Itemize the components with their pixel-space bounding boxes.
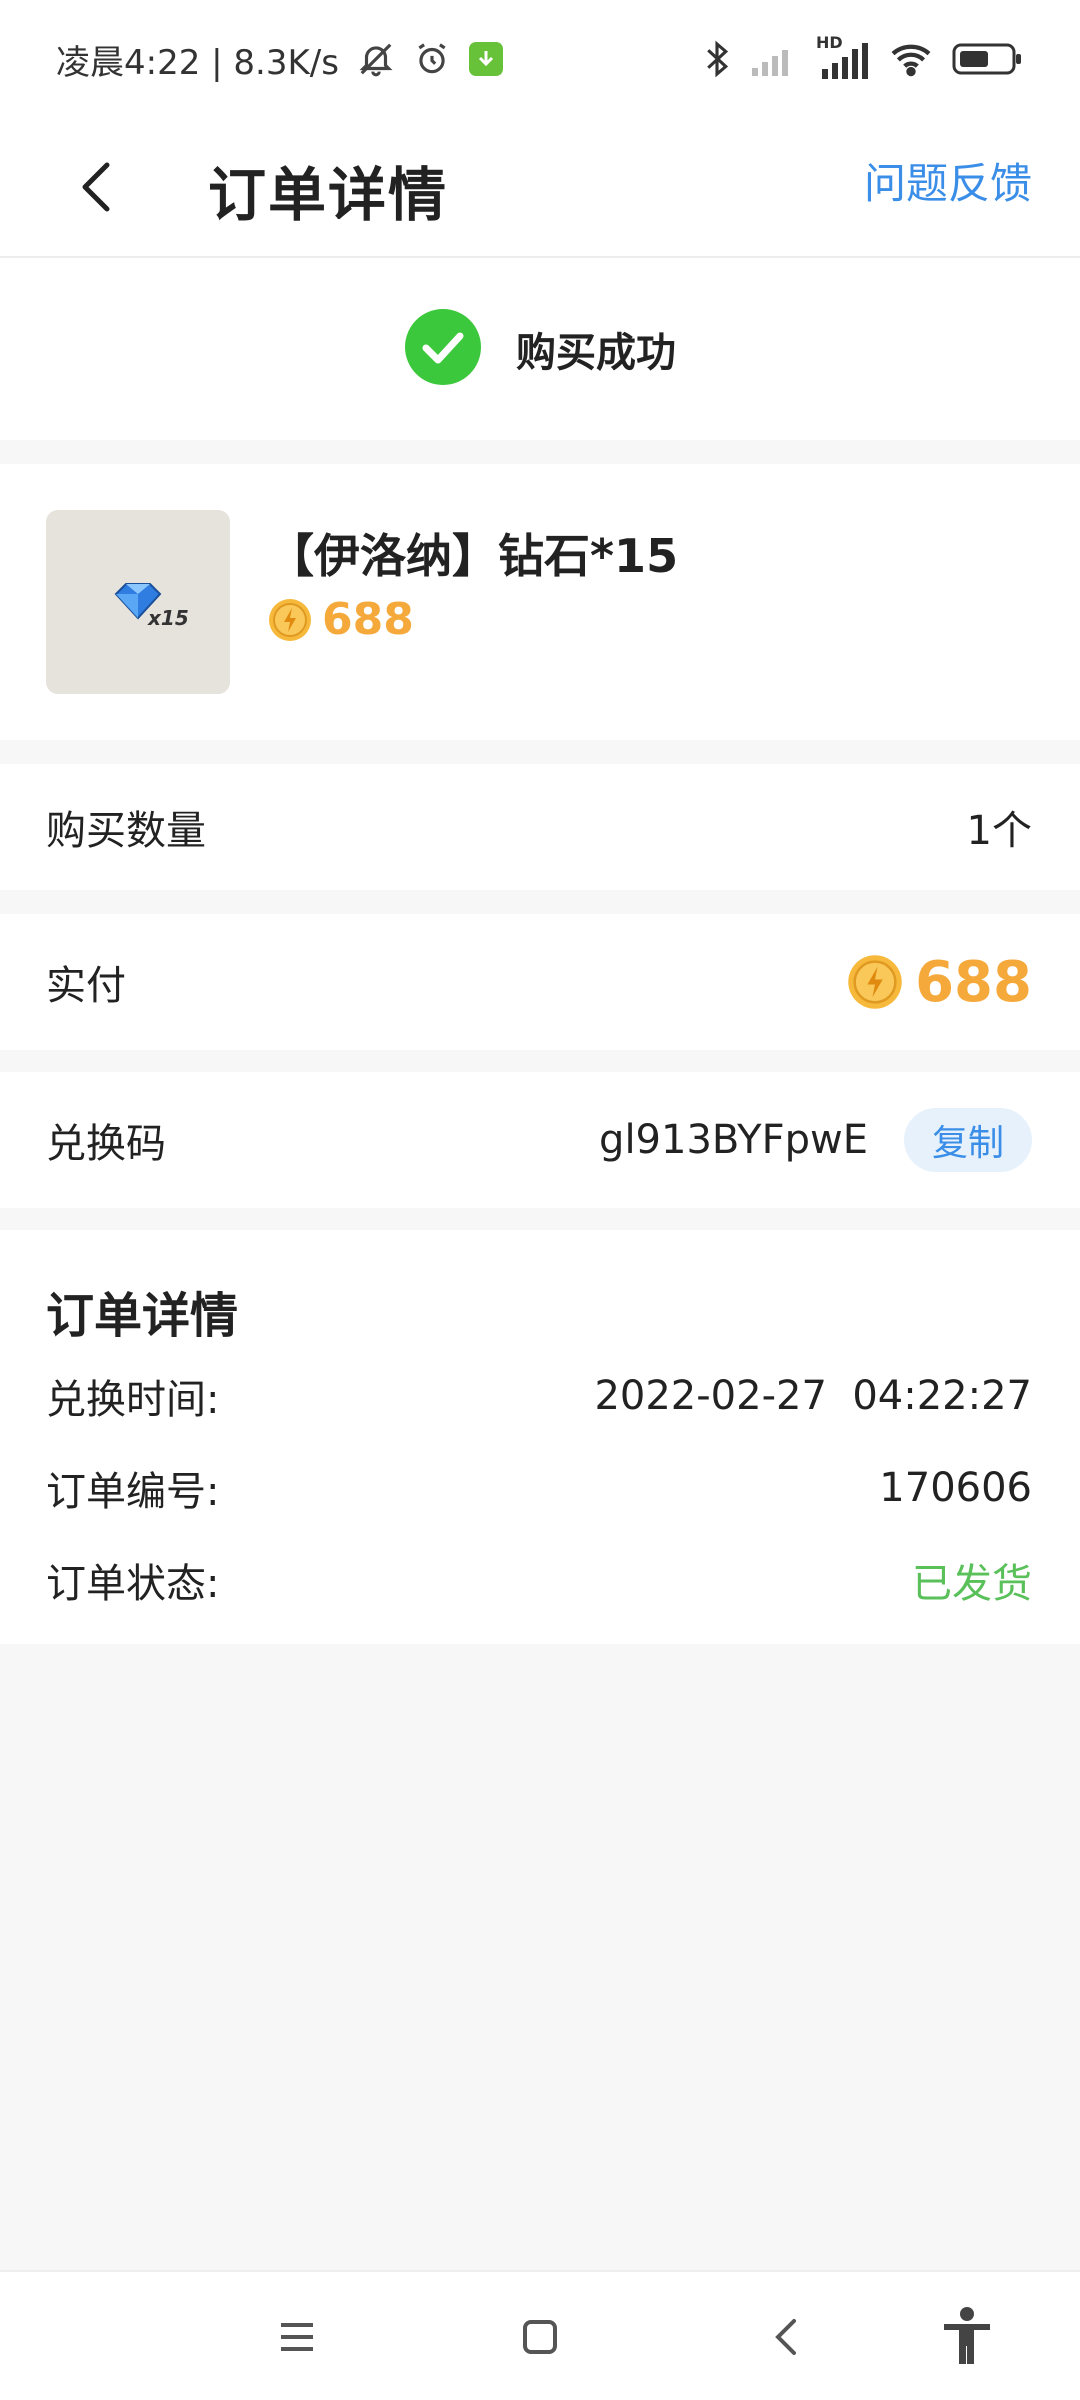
menu-button[interactable] (262, 2302, 332, 2372)
product-price: 688 (268, 594, 414, 645)
redeem-code-row: 兑换码 gl913BYFpwE 复制 (0, 1072, 1080, 1208)
nav-back-button[interactable] (752, 2302, 822, 2372)
product-price-value: 688 (322, 594, 414, 645)
status-bar-right: HD (702, 33, 1024, 79)
status-bar-left: 凌晨4:22 | 8.3K/s (56, 35, 503, 84)
product-name: 【伊洛纳】钻石*15 (268, 529, 679, 583)
quantity-badge: x15 (148, 606, 189, 630)
redeem-code-label: 兑换码 (46, 1121, 166, 1167)
coin-icon (848, 955, 902, 1009)
chevron-left-icon (775, 2319, 796, 2355)
order-number-label: 订单编号: (46, 1469, 220, 1515)
payment-label: 实付 (46, 963, 126, 1009)
order-details-title: 订单详情 (46, 1288, 239, 1344)
copy-button[interactable]: 复制 (903, 1108, 1032, 1172)
redeem-code-value: gl913BYFpwE (599, 1117, 868, 1163)
menu-icon (281, 2323, 313, 2351)
product-thumbnail: x15 (46, 510, 230, 694)
order-number-value: 170606 (879, 1465, 1032, 1511)
success-text: 购买成功 (516, 330, 676, 376)
redeem-code-group: gl913BYFpwE 复制 (599, 1108, 1032, 1172)
hd-label: HD (816, 33, 843, 52)
wifi-icon (888, 41, 934, 77)
signal-weak-icon (750, 42, 798, 76)
quantity-row: 购买数量 1个 (0, 764, 1080, 890)
coin-icon (269, 598, 311, 641)
system-nav-bar (0, 2270, 1080, 2400)
check-circle-icon (404, 308, 482, 390)
order-number-row: 订单编号: 170606 (46, 1458, 1032, 1518)
status-time-speed: 凌晨4:22 | 8.3K/s (56, 42, 339, 83)
exchange-time-row: 兑换时间: 2022-02-27 04:22:27 (46, 1366, 1032, 1426)
payment-amount: 688 (847, 950, 1032, 1015)
order-status-label: 订单状态: (46, 1561, 220, 1607)
exchange-time-value: 2022-02-27 04:22:27 (594, 1373, 1032, 1419)
order-detail-page: 凌晨4:22 | 8.3K/s HD 订单详情 问题反馈 购买成功 x15 【伊… (0, 0, 1080, 2400)
purchase-success-banner: 购买成功 (0, 258, 1080, 440)
bluetooth-icon (702, 39, 732, 79)
page-title: 订单详情 (208, 161, 449, 229)
accessibility-button[interactable] (932, 2302, 1002, 2372)
quantity-label: 购买数量 (46, 808, 206, 854)
bell-muted-icon (357, 40, 395, 78)
accessibility-icon (944, 2307, 990, 2364)
alarm-icon (413, 40, 451, 78)
quantity-value: 1个 (966, 808, 1032, 854)
product-card: x15 【伊洛纳】钻石*15 688 (0, 464, 1080, 740)
download-app-icon (468, 42, 503, 76)
back-button[interactable] (66, 152, 126, 222)
payment-amount-value: 688 (915, 949, 1032, 1015)
order-details-section: 订单详情 兑换时间: 2022-02-27 04:22:27 订单编号: 170… (0, 1230, 1080, 1644)
payment-row: 实付 688 (0, 914, 1080, 1050)
order-status-row: 订单状态: 已发货 (46, 1550, 1032, 1610)
app-header: 订单详情 问题反馈 (0, 118, 1080, 258)
status-bar: 凌晨4:22 | 8.3K/s HD (0, 0, 1080, 118)
square-home-icon (523, 2320, 557, 2354)
signal-hd-icon: HD (816, 33, 870, 79)
diamond-icon (114, 583, 162, 620)
home-button[interactable] (505, 2302, 575, 2372)
exchange-time-label: 兑换时间: (46, 1377, 220, 1423)
battery-icon (952, 41, 1024, 77)
feedback-link[interactable]: 问题反馈 (864, 150, 1032, 211)
chevron-left-icon (82, 162, 110, 212)
order-status-value: 已发货 (912, 1561, 1032, 1607)
